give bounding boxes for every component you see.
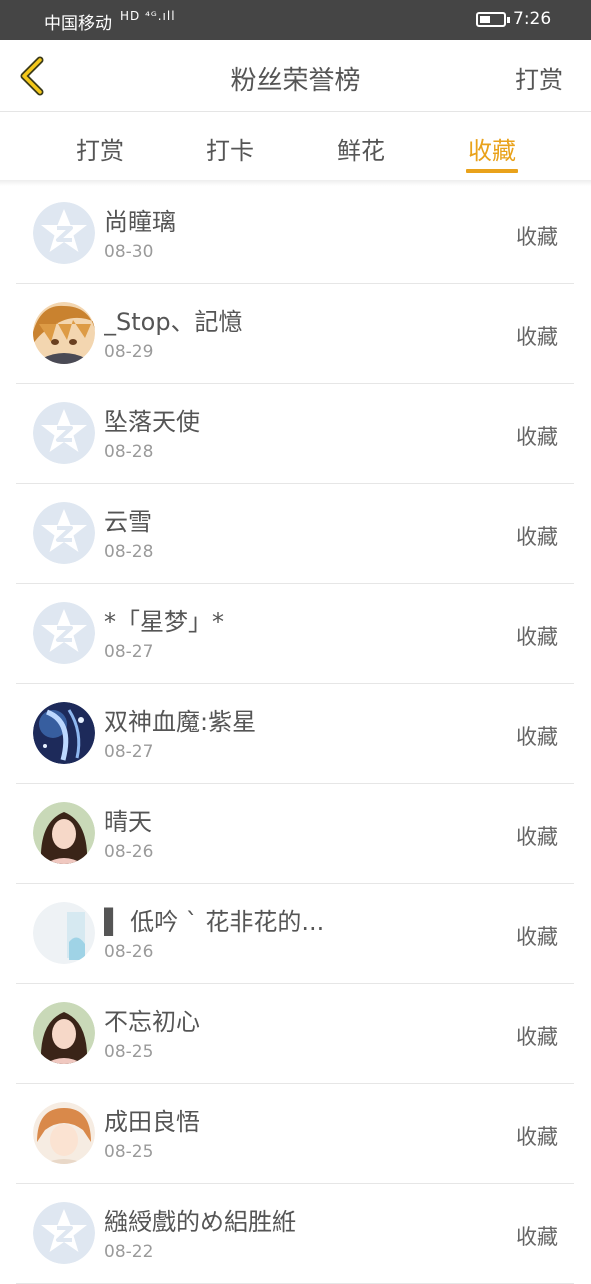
fan-name: *「星梦」* bbox=[104, 608, 224, 636]
tab-favorites[interactable]: 收藏 bbox=[462, 131, 522, 179]
header-bar: 粉丝荣誉榜 打赏 bbox=[0, 40, 591, 112]
fan-name: 繈綬戲的め絽胜絍 bbox=[104, 1208, 296, 1236]
fan-date: 08-26 bbox=[104, 842, 154, 862]
fan-name: 双神血魔:紫星 bbox=[104, 708, 257, 736]
action-type-label: 收藏 bbox=[516, 525, 558, 549]
fan-date: 08-28 bbox=[104, 442, 154, 462]
list-item[interactable]: 繈綬戲的め絽胜絍 08-22 收藏 bbox=[16, 1184, 574, 1284]
fan-date: 08-25 bbox=[104, 1042, 154, 1062]
clock: 7:26 bbox=[513, 9, 552, 29]
action-type-label: 收藏 bbox=[516, 1025, 558, 1049]
tab-checkin[interactable]: 打卡 bbox=[200, 131, 260, 179]
action-type-label: 收藏 bbox=[516, 825, 558, 849]
avatar[interactable] bbox=[33, 702, 95, 764]
action-type-label: 收藏 bbox=[516, 925, 558, 949]
fan-date: 08-26 bbox=[104, 942, 154, 962]
fan-name: 尚瞳璃 bbox=[104, 208, 176, 236]
list-item[interactable]: 坠落天使 08-28 收藏 bbox=[16, 384, 574, 484]
fan-name: 坠落天使 bbox=[104, 408, 200, 436]
action-type-label: 收藏 bbox=[516, 325, 558, 349]
action-type-label: 收藏 bbox=[516, 625, 558, 649]
avatar[interactable] bbox=[33, 1102, 95, 1164]
tab-bar: 打赏 打卡 鲜花 收藏 bbox=[0, 112, 591, 180]
list-item[interactable]: ▌ 低吟 ˋ 花非花的... 08-26 收藏 bbox=[16, 884, 574, 984]
list-item[interactable]: 晴天 08-26 收藏 bbox=[16, 784, 574, 884]
avatar[interactable] bbox=[33, 502, 95, 564]
action-type-label: 收藏 bbox=[516, 725, 558, 749]
action-type-label: 收藏 bbox=[516, 425, 558, 449]
status-bar: 中国移动 HD ⁴ᴳ.ıll 7:26 bbox=[0, 0, 591, 40]
fan-name: 成田良悟 bbox=[104, 1108, 200, 1136]
avatar[interactable] bbox=[33, 1002, 95, 1064]
avatar[interactable] bbox=[33, 602, 95, 664]
carrier-label: 中国移动 bbox=[44, 14, 112, 34]
list-item[interactable]: 尚瞳璃 08-30 收藏 bbox=[16, 184, 574, 284]
list-item[interactable]: 不忘初心 08-25 收藏 bbox=[16, 984, 574, 1084]
fan-date: 08-25 bbox=[104, 1142, 154, 1162]
avatar[interactable] bbox=[33, 902, 95, 964]
signal-indicator: HD ⁴ᴳ.ıll bbox=[120, 9, 176, 23]
avatar[interactable] bbox=[33, 802, 95, 864]
avatar[interactable] bbox=[33, 302, 95, 364]
avatar[interactable] bbox=[33, 202, 95, 264]
action-type-label: 收藏 bbox=[516, 225, 558, 249]
fan-date: 08-27 bbox=[104, 642, 154, 662]
tab-reward[interactable]: 打赏 bbox=[70, 131, 130, 179]
reward-button[interactable]: 打赏 bbox=[515, 60, 563, 95]
fan-name: 云雪 bbox=[104, 508, 152, 536]
list-item[interactable]: *「星梦」* 08-27 收藏 bbox=[16, 584, 574, 684]
list-item[interactable]: 成田良悟 08-25 收藏 bbox=[16, 1084, 574, 1184]
fan-date: 08-22 bbox=[104, 1242, 154, 1262]
list-item[interactable]: 云雪 08-28 收藏 bbox=[16, 484, 574, 584]
fan-date: 08-27 bbox=[104, 742, 154, 762]
fan-date: 08-28 bbox=[104, 542, 154, 562]
fan-name: _Stop、記憶 bbox=[104, 308, 243, 336]
list-item[interactable]: 双神血魔:紫星 08-27 收藏 bbox=[16, 684, 574, 784]
fan-date: 08-29 bbox=[104, 342, 154, 362]
fan-name: ▌ 低吟 ˋ 花非花的... bbox=[104, 908, 325, 936]
avatar[interactable] bbox=[33, 402, 95, 464]
battery-icon bbox=[476, 12, 510, 27]
action-type-label: 收藏 bbox=[516, 1125, 558, 1149]
fan-list: 尚瞳璃 08-30 收藏 _Stop、記憶 08-29 收藏 坠落天使 08-28 收藏 云雪 08… bbox=[16, 184, 574, 1284]
tab-flowers[interactable]: 鲜花 bbox=[331, 131, 391, 179]
fan-name: 不忘初心 bbox=[104, 1008, 200, 1036]
action-type-label: 收藏 bbox=[516, 1225, 558, 1249]
fan-date: 08-30 bbox=[104, 242, 154, 262]
page-title: 粉丝荣誉榜 bbox=[230, 66, 361, 96]
list-item[interactable]: _Stop、記憶 08-29 收藏 bbox=[16, 284, 574, 384]
avatar[interactable] bbox=[33, 1202, 95, 1264]
fan-name: 晴天 bbox=[104, 808, 152, 836]
